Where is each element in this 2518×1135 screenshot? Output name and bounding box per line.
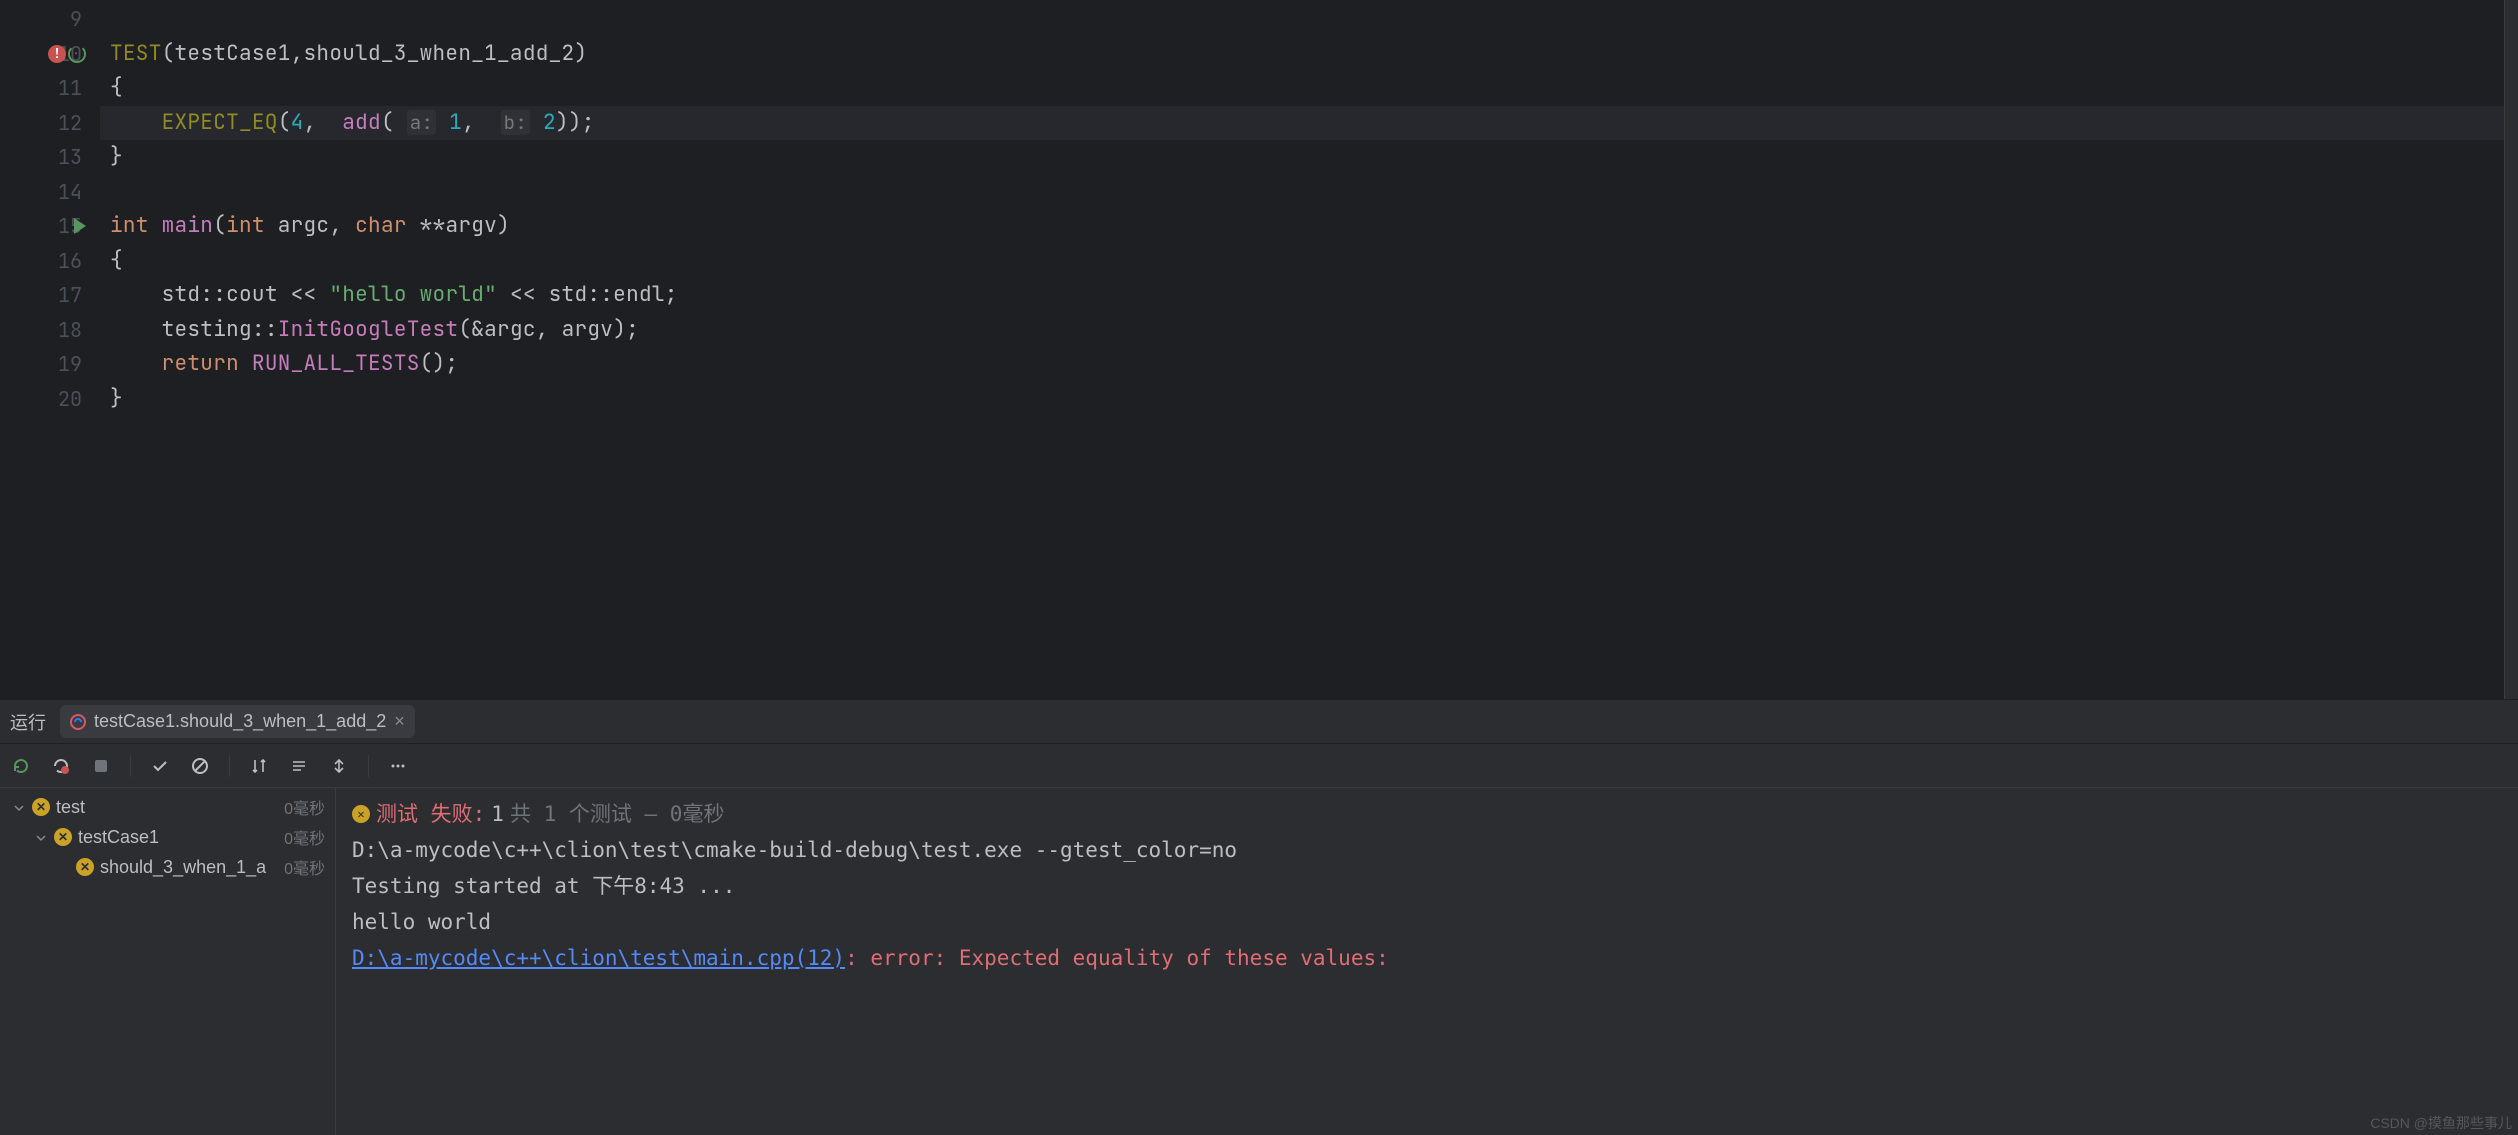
tree-node[interactable]: should_3_when_1_a0毫秒 bbox=[0, 852, 335, 882]
chevron-down-icon[interactable] bbox=[14, 797, 28, 818]
code-editor[interactable]: 910!11121314151617181920 TEST(testCase1,… bbox=[0, 0, 2518, 699]
panel-toolbar bbox=[0, 744, 2518, 788]
tab-title: testCase1.should_3_when_1_add_2 bbox=[94, 711, 386, 732]
run-test-icon[interactable] bbox=[68, 45, 86, 63]
tree-node-name: testCase1 bbox=[78, 827, 284, 848]
line-number[interactable]: 20 bbox=[0, 382, 82, 417]
code-line[interactable]: int main(int argc, char **argv) bbox=[100, 209, 2504, 244]
code-line[interactable]: TEST(testCase1,should_3_when_1_add_2) bbox=[100, 37, 2504, 72]
code-line[interactable]: EXPECT_EQ(4, add( a: 1, b: 2)); bbox=[100, 106, 2504, 141]
watermark: CSDN @摸鱼那些事儿 bbox=[2370, 1113, 2512, 1133]
test-console[interactable]: 测试 失败: 1 共 1 个测试 – 0毫秒 D:\a-mycode\c++\c… bbox=[336, 788, 2518, 1135]
test-failed-label: 测试 失败: bbox=[376, 796, 485, 832]
collapse-icon[interactable] bbox=[328, 755, 350, 777]
expand-icon[interactable] bbox=[288, 755, 310, 777]
separator bbox=[368, 755, 369, 777]
error-msg: : error: Expected equality of these valu… bbox=[845, 946, 1389, 970]
code-line[interactable]: } bbox=[100, 140, 2504, 175]
code-line[interactable]: { bbox=[100, 244, 2504, 279]
code-content[interactable]: TEST(testCase1,should_3_when_1_add_2){ E… bbox=[100, 0, 2504, 699]
tree-node-time: 0毫秒 bbox=[284, 825, 325, 849]
tree-node-time: 0毫秒 bbox=[284, 855, 325, 879]
sort-icon[interactable] bbox=[248, 755, 270, 777]
rerun-icon[interactable] bbox=[10, 755, 32, 777]
line-number[interactable]: 16 bbox=[0, 244, 82, 279]
console-error-line: D:\a-mycode\c++\clion\test\main.cpp(12):… bbox=[352, 940, 2502, 976]
test-fail-icon bbox=[54, 828, 72, 846]
line-number[interactable]: 12 bbox=[0, 106, 82, 141]
gtest-icon bbox=[70, 714, 86, 730]
minimap[interactable] bbox=[2504, 0, 2518, 699]
console-start: Testing started at 下午8:43 ... bbox=[352, 868, 2502, 904]
code-line[interactable]: } bbox=[100, 382, 2504, 417]
test-fail-icon bbox=[32, 798, 50, 816]
chevron-down-icon[interactable] bbox=[36, 827, 50, 848]
show-passed-icon[interactable] bbox=[149, 755, 171, 777]
tree-node-name: test bbox=[56, 797, 284, 818]
tree-node-time: 0毫秒 bbox=[284, 795, 325, 819]
test-count: 1 bbox=[491, 796, 504, 832]
tree-node-name: should_3_when_1_a bbox=[100, 857, 284, 878]
test-status-line: 测试 失败: 1 共 1 个测试 – 0毫秒 bbox=[352, 796, 2502, 832]
tree-node[interactable]: test0毫秒 bbox=[0, 792, 335, 822]
line-number[interactable]: 9 bbox=[0, 2, 82, 37]
line-number[interactable]: 19 bbox=[0, 347, 82, 382]
close-icon[interactable]: × bbox=[394, 711, 405, 732]
rerun-failed-icon[interactable] bbox=[50, 755, 72, 777]
line-number[interactable]: 18 bbox=[0, 313, 82, 348]
more-icon[interactable] bbox=[387, 755, 409, 777]
code-line[interactable] bbox=[100, 175, 2504, 210]
run-icon[interactable] bbox=[74, 218, 86, 234]
line-number[interactable]: 15 bbox=[0, 209, 82, 244]
run-tool-label[interactable]: 运行 bbox=[10, 709, 46, 735]
console-cmd: D:\a-mycode\c++\clion\test\cmake-build-d… bbox=[352, 832, 2502, 868]
separator bbox=[130, 755, 131, 777]
line-number[interactable]: 17 bbox=[0, 278, 82, 313]
line-number[interactable]: 10! bbox=[0, 37, 82, 72]
run-panel: 运行 testCase1.should_3_when_1_add_2 × tes… bbox=[0, 699, 2518, 1135]
panel-body: test0毫秒testCase10毫秒should_3_when_1_a0毫秒 … bbox=[0, 788, 2518, 1135]
line-number[interactable]: 14 bbox=[0, 175, 82, 210]
code-line[interactable]: testing::InitGoogleTest(&argc, argv); bbox=[100, 313, 2504, 348]
breakpoint-icon[interactable]: ! bbox=[48, 45, 66, 63]
code-line[interactable]: { bbox=[100, 71, 2504, 106]
show-ignored-icon[interactable] bbox=[189, 755, 211, 777]
code-line[interactable] bbox=[100, 2, 2504, 37]
line-gutter: 910!11121314151617181920 bbox=[0, 0, 100, 699]
run-tab-active[interactable]: testCase1.should_3_when_1_add_2 × bbox=[60, 705, 415, 738]
line-number[interactable]: 13 bbox=[0, 140, 82, 175]
tree-node[interactable]: testCase10毫秒 bbox=[0, 822, 335, 852]
stop-icon[interactable] bbox=[90, 755, 112, 777]
code-line[interactable]: std::cout << "hello world" << std::endl; bbox=[100, 278, 2504, 313]
test-total: 共 1 个测试 – 0毫秒 bbox=[510, 796, 725, 832]
fail-status-icon bbox=[352, 805, 370, 823]
test-tree[interactable]: test0毫秒testCase10毫秒should_3_when_1_a0毫秒 bbox=[0, 788, 336, 1135]
line-number[interactable]: 11 bbox=[0, 71, 82, 106]
separator bbox=[229, 755, 230, 777]
panel-tabs: 运行 testCase1.should_3_when_1_add_2 × bbox=[0, 700, 2518, 744]
code-line[interactable]: return RUN_ALL_TESTS(); bbox=[100, 347, 2504, 382]
file-link[interactable]: D:\a-mycode\c++\clion\test\main.cpp(12) bbox=[352, 946, 845, 970]
test-fail-icon bbox=[76, 858, 94, 876]
console-hello: hello world bbox=[352, 904, 2502, 940]
